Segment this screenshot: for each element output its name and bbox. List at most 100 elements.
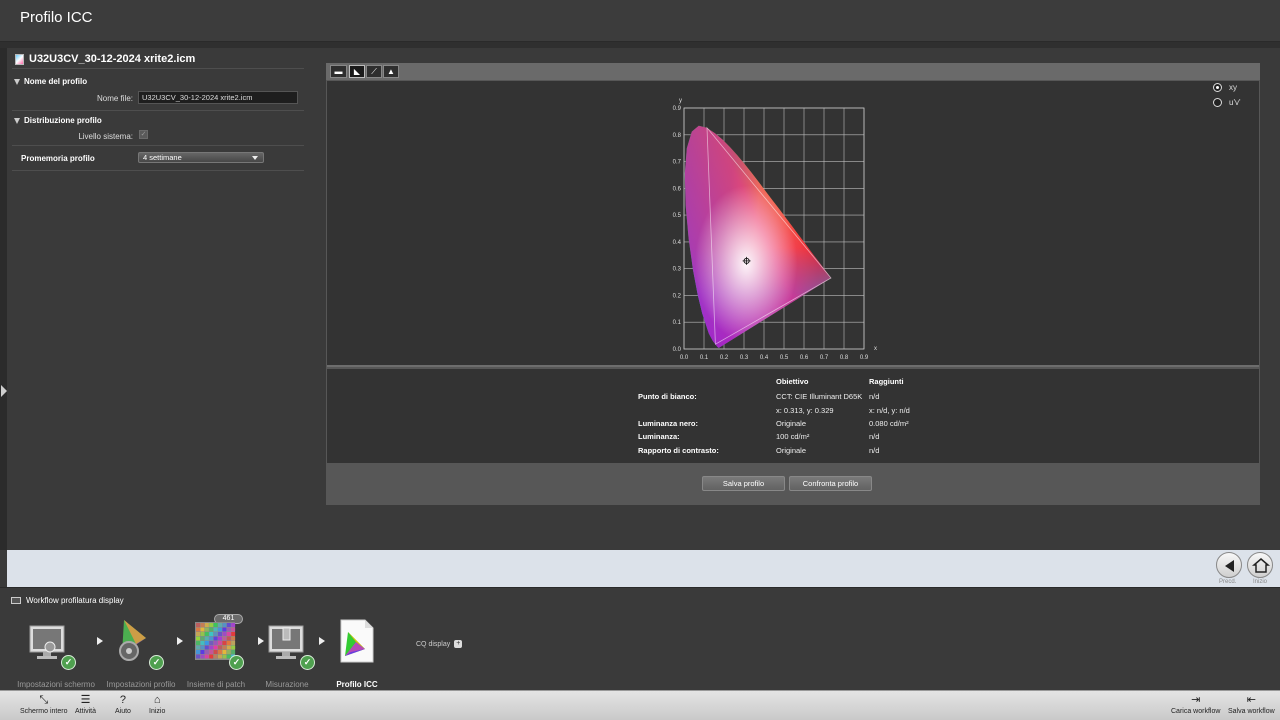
side-collapse-strip[interactable] bbox=[0, 48, 7, 550]
workflow-step-profile-settings[interactable]: Impostazioni profilo bbox=[107, 680, 176, 689]
x-tick-label: 0.6 bbox=[800, 355, 809, 361]
navigation-strip: Precd. Inizio bbox=[7, 550, 1280, 587]
load-workflow-icon: ⇥ bbox=[1191, 694, 1201, 706]
x-tick-label: 0.7 bbox=[820, 355, 829, 361]
disclosure-triangle-icon[interactable] bbox=[14, 117, 20, 124]
icc-profile-icon[interactable] bbox=[339, 618, 375, 664]
view-toolbar: ▬ ◣ ⟋ ▲ bbox=[326, 63, 1260, 80]
y-tick-label: 0.7 bbox=[673, 160, 682, 166]
y-tick-label: 0.2 bbox=[673, 293, 682, 299]
cq-add-icon[interactable]: + bbox=[454, 640, 463, 648]
system-level-checkbox[interactable]: ✓ bbox=[139, 130, 148, 139]
table-row-label: Punto di bianco: bbox=[638, 392, 697, 401]
curve-icon[interactable]: ⟋ bbox=[366, 65, 382, 78]
home-label: Inizio bbox=[1253, 579, 1268, 585]
activities-button[interactable]: ☰ Attività bbox=[75, 694, 96, 715]
x-tick-label: 0.1 bbox=[700, 355, 709, 361]
color-patch bbox=[204, 632, 209, 636]
profile-results-panel: ▬ ◣ ⟋ ▲ xy u'v' 0.0 0.1 0.2 0.3 0.4 0.5 … bbox=[326, 63, 1260, 505]
workflow-step-icc-profile[interactable]: Profilo ICC bbox=[336, 680, 377, 689]
table-cell-target: Originale bbox=[776, 419, 807, 428]
display-cq-label: CQ display bbox=[416, 640, 451, 648]
help-button[interactable]: ? Aiuto bbox=[115, 694, 131, 715]
section-profile-name[interactable]: Nome del profilo bbox=[14, 77, 87, 86]
help-label: Aiuto bbox=[115, 708, 131, 715]
color-patch bbox=[204, 654, 209, 659]
color-patch bbox=[200, 654, 205, 659]
column-header-target: Obiettivo bbox=[776, 377, 809, 386]
home-button[interactable] bbox=[1247, 552, 1273, 578]
previous-button[interactable] bbox=[1216, 552, 1242, 578]
x-tick-label: 0.8 bbox=[840, 355, 849, 361]
home-icon bbox=[1251, 558, 1271, 573]
home-toolbar-button[interactable]: ⌂ Inizio bbox=[149, 694, 165, 715]
color-patch bbox=[213, 650, 218, 654]
save-profile-button[interactable]: Salva profilo bbox=[702, 476, 785, 491]
load-workflow-button[interactable]: ⇥ Carica workflow bbox=[1171, 694, 1220, 715]
list-icon: ☰ bbox=[80, 694, 91, 706]
patch-set-icon[interactable] bbox=[194, 621, 236, 661]
workflow-step-patch-set[interactable]: Insieme di patch bbox=[187, 680, 245, 689]
table-cell-achieved: n/d bbox=[869, 432, 880, 441]
y-tick-label: 0.8 bbox=[673, 133, 682, 139]
color-patch bbox=[213, 641, 218, 645]
divider bbox=[12, 110, 304, 111]
table-cell-target: CCT: CIE Illuminant D65K bbox=[776, 392, 863, 401]
load-workflow-label: Carica workflow bbox=[1171, 708, 1221, 715]
bottom-toolbar: ⤡ Schermo intero ☰ Attività ? Aiuto ⌂ In… bbox=[0, 690, 1280, 720]
divider bbox=[12, 145, 304, 146]
color-patch bbox=[196, 627, 200, 632]
monitor-settings-icon[interactable] bbox=[28, 624, 68, 662]
color-patch bbox=[209, 627, 214, 632]
step-arrow-icon bbox=[258, 637, 264, 645]
color-patch bbox=[213, 627, 218, 632]
color-patch bbox=[218, 627, 222, 632]
x-tick-label: 0.4 bbox=[760, 355, 769, 361]
disclosure-triangle-icon[interactable] bbox=[14, 78, 20, 85]
color-patch bbox=[222, 623, 227, 627]
table-row-label: Rapporto di contrasto: bbox=[638, 446, 719, 455]
filename-input[interactable] bbox=[138, 91, 298, 104]
measurement-icon[interactable] bbox=[267, 624, 307, 662]
y-tick-label: 0.1 bbox=[673, 320, 682, 326]
workflow-step-measurement[interactable]: Misurazione bbox=[265, 680, 308, 689]
chromaticity-plot-area: xy u'v' 0.0 0.1 0.2 0.3 0.4 0.5 0.6 0.7 … bbox=[327, 81, 1259, 367]
save-workflow-button[interactable]: ⇤ Salva workflow bbox=[1228, 694, 1275, 715]
color-patch bbox=[196, 632, 200, 636]
compare-profile-button[interactable]: Confronta profilo bbox=[789, 476, 872, 491]
x-tick-label: 0.5 bbox=[780, 355, 789, 361]
table-cell-target: x: 0.313, y: 0.329 bbox=[776, 406, 834, 415]
y-tick-label: 0.3 bbox=[673, 267, 682, 273]
display-cq-toggle[interactable]: CQ display + bbox=[416, 640, 463, 648]
color-patch bbox=[204, 623, 209, 627]
x-axis-label: x bbox=[874, 346, 877, 352]
divider bbox=[12, 68, 304, 69]
image-icon[interactable]: ▲ bbox=[383, 65, 399, 78]
color-patch bbox=[231, 627, 236, 632]
workflow-step-monitor-settings[interactable]: Impostazioni schermo bbox=[17, 680, 95, 689]
fullscreen-button[interactable]: ⤡ Schermo intero bbox=[20, 694, 67, 715]
color-patch bbox=[209, 623, 214, 627]
color-patch bbox=[218, 623, 222, 627]
save-workflow-label: Salva workflow bbox=[1228, 708, 1275, 715]
color-patch bbox=[231, 645, 236, 650]
cursor-icon[interactable]: ◣ bbox=[349, 65, 365, 78]
section-profile-distribution[interactable]: Distribuzione profilo bbox=[14, 116, 102, 125]
home-toolbar-label: Inizio bbox=[149, 708, 166, 715]
color-patch bbox=[204, 650, 209, 654]
color-patch bbox=[209, 654, 214, 659]
system-level-label: Livello sistema: bbox=[78, 132, 133, 141]
color-patch bbox=[222, 650, 227, 654]
back-arrow-icon bbox=[1225, 560, 1234, 572]
color-patch bbox=[200, 641, 205, 645]
profile-file-title-text: U32U3CV_30-12-2024 xrite2.icm bbox=[29, 53, 196, 65]
color-patch bbox=[200, 650, 205, 654]
y-tick-label: 0.9 bbox=[673, 106, 682, 112]
color-patch bbox=[231, 641, 236, 645]
profile-gamut-icon[interactable]: ▬ bbox=[330, 65, 347, 78]
profile-reminder-select[interactable]: 4 settimane bbox=[138, 152, 264, 163]
filename-label: Nome file: bbox=[96, 94, 133, 103]
fullscreen-icon: ⤡ bbox=[39, 694, 49, 706]
save-workflow-icon: ⇤ bbox=[1246, 694, 1256, 706]
color-patch bbox=[200, 645, 205, 650]
